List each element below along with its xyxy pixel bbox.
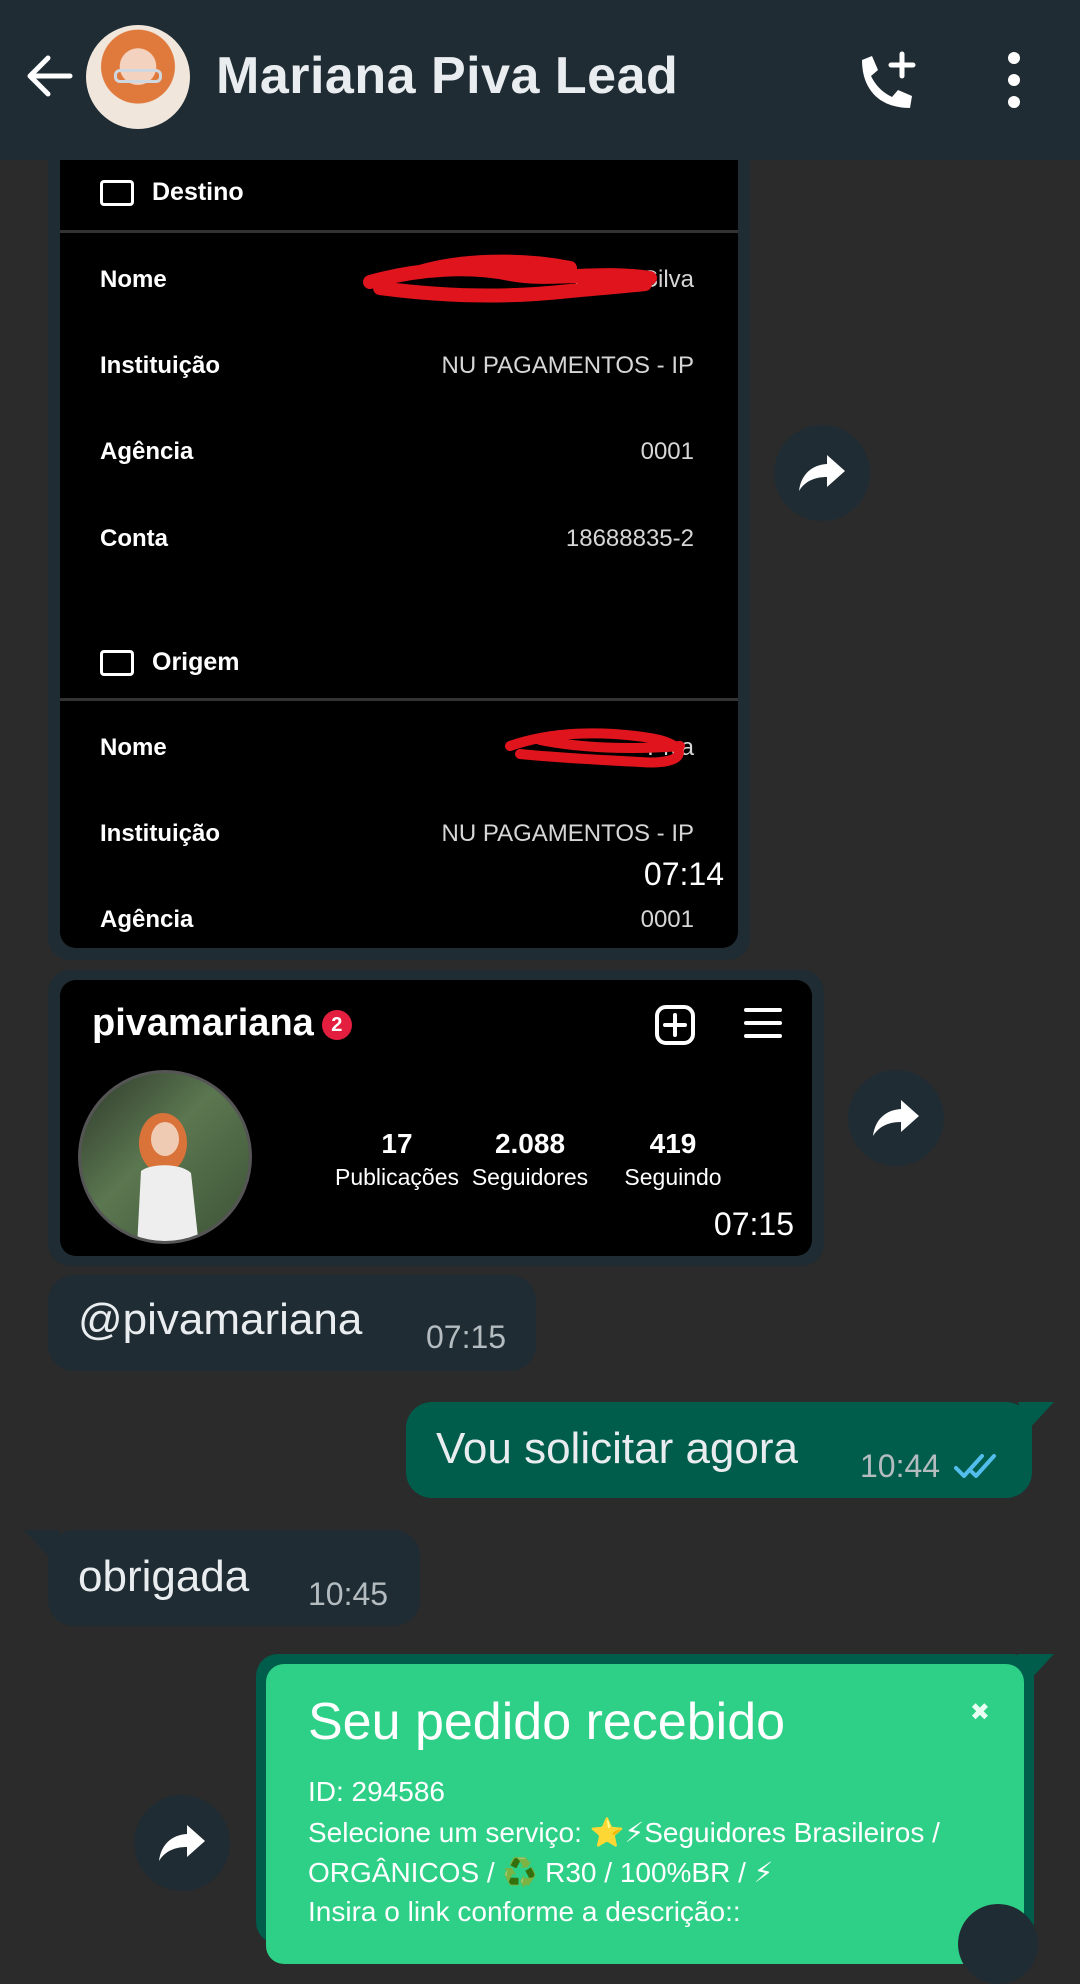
- incoming-message[interactable]: @pivamariana 07:15: [48, 1275, 536, 1371]
- ig-profile-picture: [78, 1070, 252, 1244]
- notification-badge: 2: [321, 1009, 352, 1040]
- order-link-line: Insira o link conforme a descrição::: [308, 1896, 741, 1927]
- chat-header: Mariana Piva Lead: [0, 0, 1080, 160]
- message-time: 07:14: [643, 856, 724, 892]
- bank-image-bubble[interactable]: Destino Nome Paulo Silva Instituição NU …: [48, 120, 750, 960]
- destino-row: Agência 0001: [100, 438, 694, 465]
- back-button[interactable]: [22, 48, 78, 104]
- origem-section-title: Origem: [100, 648, 240, 677]
- divider: [60, 698, 738, 701]
- message-time: 10:44: [860, 1448, 941, 1484]
- order-title: Seu pedido recebido: [308, 1693, 786, 1751]
- order-service-line: ORGÂNICOS / ♻️ R30 / 100%BR / ⚡: [308, 1857, 774, 1888]
- destino-row: Instituição NU PAGAMENTOS - IP: [100, 352, 694, 379]
- forward-icon: [873, 1100, 919, 1136]
- bubble-tail: [1018, 1402, 1054, 1430]
- forward-button[interactable]: [134, 1795, 230, 1891]
- incoming-message[interactable]: obrigada 10:45: [48, 1530, 420, 1626]
- scroll-down-button[interactable]: [958, 1904, 1038, 1984]
- add-call-button[interactable]: [854, 50, 920, 114]
- contact-avatar[interactable]: [86, 25, 190, 129]
- order-received-card: Seu pedido recebido ✖ ID: 294586 Selecio…: [266, 1664, 1024, 1964]
- forward-button[interactable]: [848, 1070, 944, 1166]
- forward-icon: [159, 1825, 205, 1861]
- more-vert-icon: [1008, 52, 1020, 108]
- origem-row: Agência 0001: [100, 906, 694, 933]
- order-id: ID: 294586: [308, 1776, 445, 1807]
- read-ticks-icon: [954, 1454, 996, 1478]
- redaction-scribble: [363, 254, 657, 303]
- destino-row: Conta 18688835-2: [100, 525, 694, 552]
- forward-button[interactable]: [774, 425, 870, 521]
- message-text: Vou solicitar agora: [436, 1424, 798, 1473]
- profile-photo-illustration: [137, 1113, 199, 1241]
- message-time: 10:45: [308, 1576, 389, 1612]
- outgoing-message[interactable]: Vou solicitar agora 10:44: [406, 1402, 1032, 1498]
- add-call-icon: [862, 51, 916, 108]
- ig-stat-posts: 17 Publicações: [334, 1128, 460, 1190]
- contact-name[interactable]: Mariana Piva Lead: [216, 46, 678, 106]
- divider: [60, 230, 738, 233]
- message-time: 07:15: [426, 1319, 507, 1355]
- message-text: @pivamariana: [78, 1295, 363, 1344]
- more-options-button[interactable]: [996, 48, 1032, 112]
- download-screen-icon: [100, 180, 134, 207]
- message-text: obrigada: [78, 1552, 250, 1601]
- forward-icon: [799, 455, 845, 491]
- back-arrow-icon: [27, 55, 73, 97]
- instagram-screenshot: pivamariana 2 17 Publicações 2.088 Seguid…: [60, 980, 812, 1256]
- avatar-glasses: [114, 69, 162, 83]
- close-icon: ✖: [969, 1699, 990, 1726]
- redaction-scribble: [505, 728, 685, 768]
- order-service-line: Selecione um serviço: ⭐⚡Seguidores Brasi…: [308, 1817, 940, 1848]
- hamburger-menu-icon: [744, 1008, 782, 1038]
- upload-screen-icon: [100, 650, 134, 677]
- add-post-icon: [655, 1005, 695, 1045]
- bank-screenshot: Destino Nome Paulo Silva Instituição NU …: [60, 120, 738, 948]
- ig-username: pivamariana 2: [92, 1002, 352, 1045]
- ig-stat-followers: 2.088 Seguidores: [471, 1128, 589, 1190]
- message-time: 07:15: [713, 1206, 794, 1242]
- destino-section-title: Destino: [100, 178, 244, 207]
- bubble-tail: [24, 1530, 60, 1558]
- instagram-image-bubble[interactable]: pivamariana 2 17 Publicações 2.088 Seguid…: [48, 970, 824, 1266]
- origem-row: Instituição NU PAGAMENTOS - IP: [100, 820, 694, 847]
- ig-stat-following: 419 Seguindo: [624, 1128, 722, 1190]
